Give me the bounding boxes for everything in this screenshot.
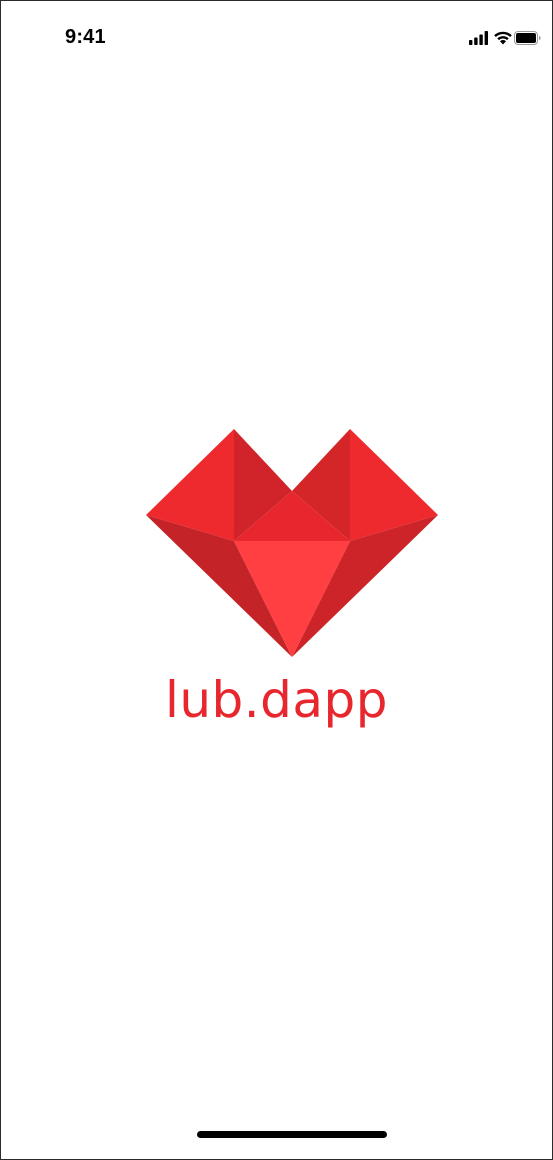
ruby-heart-logo	[146, 429, 438, 657]
status-bar: 9:41	[1, 1, 552, 77]
battery-icon	[514, 31, 541, 45]
status-icons	[469, 29, 541, 47]
logo	[146, 429, 438, 657]
cellular-signal-icon	[469, 31, 488, 45]
splash-screen: 9:41 lub.dapp	[0, 0, 553, 1160]
wifi-icon	[494, 31, 512, 45]
brand-name: lub.dapp	[164, 671, 389, 729]
home-indicator[interactable]	[197, 1131, 387, 1138]
status-time: 9:41	[65, 26, 106, 48]
